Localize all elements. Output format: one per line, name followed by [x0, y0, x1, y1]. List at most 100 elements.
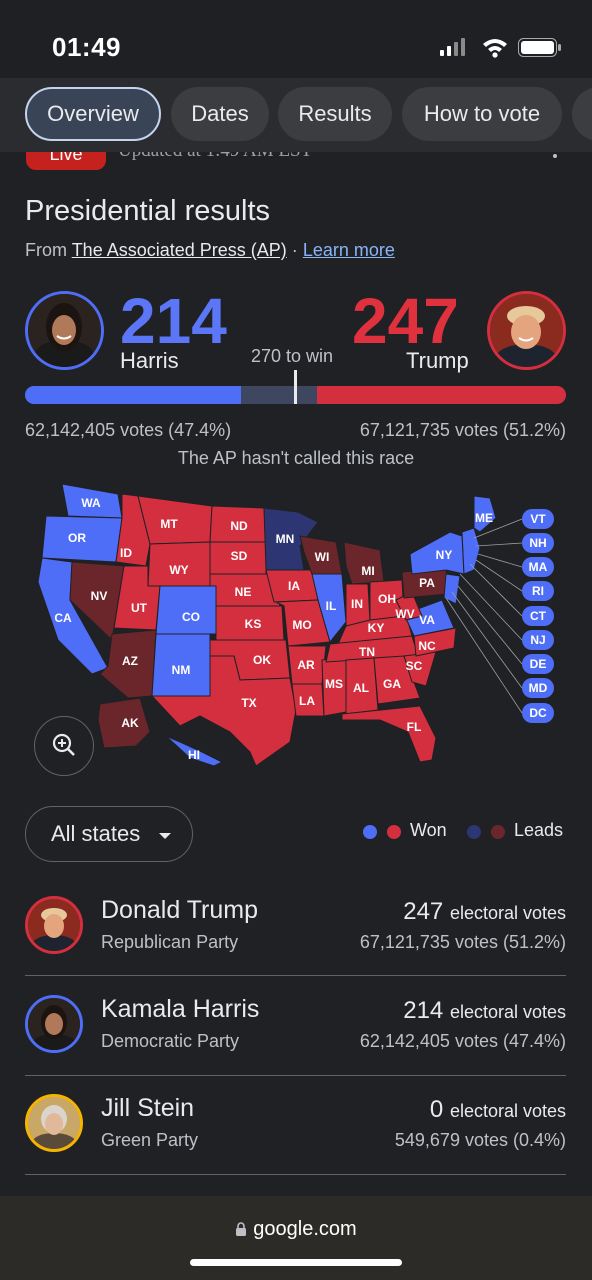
zoom-in-button[interactable] [34, 716, 94, 776]
harris-row-portrait-icon [28, 998, 80, 1050]
svg-text:IN: IN [351, 597, 363, 611]
live-status-row: Live Updated at 1:49 AM EST [0, 152, 592, 174]
harris-row-avatar [25, 995, 83, 1053]
svg-text:KY: KY [368, 621, 385, 635]
svg-text:OK: OK [253, 653, 271, 667]
learn-more-link[interactable]: Learn more [303, 240, 395, 260]
svg-text:NC: NC [418, 639, 436, 653]
legend-dem-leads-swatch [467, 825, 481, 839]
state-filter-dropdown[interactable]: All states [25, 806, 193, 862]
harris-label: Harris [120, 348, 179, 373]
legend-won-label: Won [410, 820, 447, 840]
source-prefix: From [25, 240, 67, 260]
tab-more[interactable] [572, 87, 592, 141]
svg-text:OH: OH [378, 592, 396, 606]
svg-text:MN: MN [276, 532, 295, 546]
ev-label: electoral votes [449, 1101, 566, 1121]
svg-text:UT: UT [131, 601, 148, 615]
source-line: From The Associated Press (AP) · Learn m… [25, 240, 395, 261]
svg-text:VT: VT [530, 512, 546, 526]
home-indicator[interactable] [190, 1259, 402, 1266]
harris-electoral-count: 214 [120, 285, 227, 357]
svg-text:ID: ID [120, 546, 132, 560]
ev-number: 0 [429, 1096, 444, 1123]
candidate-row-harris[interactable]: Kamala Harris Democratic Party 214 elect… [25, 975, 566, 1073]
svg-text:NM: NM [172, 663, 191, 677]
more-options-icon[interactable] [553, 154, 557, 158]
svg-text:WY: WY [169, 563, 188, 577]
candidate-party: Democratic Party [101, 1031, 240, 1051]
candidate-popular-votes: 549,679 votes (0.4%) [394, 1130, 566, 1150]
zoom-in-icon [52, 733, 75, 756]
cellular-signal-icon [440, 38, 465, 56]
svg-text:NY: NY [436, 548, 453, 562]
page-title: Presidential results [25, 195, 270, 227]
svg-text:SD: SD [231, 549, 248, 563]
harris-portrait-icon [28, 294, 101, 367]
candidate-party: Republican Party [101, 932, 239, 952]
tab-results[interactable]: Results [278, 87, 392, 141]
svg-text:MT: MT [160, 517, 178, 531]
svg-text:GA: GA [383, 677, 401, 691]
ev-number: 214 [403, 997, 444, 1024]
url-text: google.com [253, 1218, 357, 1240]
ev-label: electoral votes [449, 1002, 566, 1022]
legend-dem-won-swatch [363, 825, 377, 839]
svg-text:IA: IA [288, 579, 300, 593]
svg-text:LA: LA [299, 694, 315, 708]
svg-text:TN: TN [359, 645, 375, 659]
svg-text:DC: DC [529, 706, 547, 720]
legend-leads-label: Leads [514, 820, 564, 840]
trump-popular-votes: 67,121,735 votes (51.2%) [359, 420, 566, 440]
candidate-popular-votes: 67,121,735 votes (51.2%) [359, 932, 566, 952]
state-callouts: VT NH MA RI CT NJ DE MD DC [522, 509, 554, 723]
state-fl [341, 705, 437, 763]
svg-text:DE: DE [530, 657, 547, 671]
trump-electoral-count: 247 [352, 285, 459, 357]
svg-text:WV: WV [395, 607, 414, 621]
svg-text:MO: MO [292, 618, 311, 632]
candidate-electoral-votes: 0 electoral votes [430, 1096, 566, 1124]
svg-text:FL: FL [407, 720, 422, 734]
status-bar: 01:49 [0, 0, 592, 78]
svg-text:NV: NV [91, 589, 108, 603]
source-link[interactable]: The Associated Press (AP) [72, 240, 287, 260]
stein-row-avatar [25, 1094, 83, 1152]
svg-text:CO: CO [182, 610, 200, 624]
row-divider [25, 1174, 566, 1175]
tab-dates[interactable]: Dates [171, 87, 269, 141]
wifi-icon [483, 39, 507, 58]
battery-icon [518, 38, 561, 57]
harris-popular-votes: 62,142,405 votes (47.4%) [25, 420, 232, 440]
candidate-name: Jill Stein [101, 1094, 195, 1122]
svg-text:CT: CT [530, 609, 547, 623]
svg-text:ND: ND [230, 519, 248, 533]
tab-overview[interactable]: Overview [25, 87, 161, 141]
candidate-row-trump[interactable]: Donald Trump Republican Party 247 electo… [25, 876, 566, 974]
lock-icon [236, 1222, 247, 1236]
tab-how-to-vote[interactable]: How to vote [402, 87, 562, 141]
trump-row-portrait-icon [28, 899, 80, 951]
state-filter-label: All states [51, 821, 141, 846]
candidate-row-stein[interactable]: Jill Stein Green Party 0 electoral votes… [25, 1074, 566, 1172]
svg-text:PA: PA [419, 576, 435, 590]
svg-text:TX: TX [241, 696, 256, 710]
trump-portrait-icon [490, 294, 563, 367]
trump-won-segment [317, 386, 566, 404]
harris-won-segment [25, 386, 241, 404]
svg-text:CA: CA [54, 611, 72, 625]
svg-text:MI: MI [361, 564, 374, 578]
url-display[interactable]: google.com [0, 1218, 592, 1241]
trump-label: Trump [406, 348, 469, 373]
svg-text:KS: KS [245, 617, 262, 631]
svg-text:AZ: AZ [122, 654, 138, 668]
candidate-electoral-votes: 214 electoral votes [403, 997, 566, 1025]
race-call-status: The AP hasn't called this race [177, 448, 415, 468]
svg-text:HI: HI [188, 748, 200, 762]
candidate-party: Green Party [101, 1130, 199, 1150]
svg-text:MA: MA [529, 560, 548, 574]
stein-row-portrait-icon [28, 1097, 80, 1149]
svg-text:WA: WA [81, 496, 101, 510]
updated-time: Updated at 1:49 AM EST [118, 152, 312, 162]
svg-text:ME: ME [475, 511, 493, 525]
